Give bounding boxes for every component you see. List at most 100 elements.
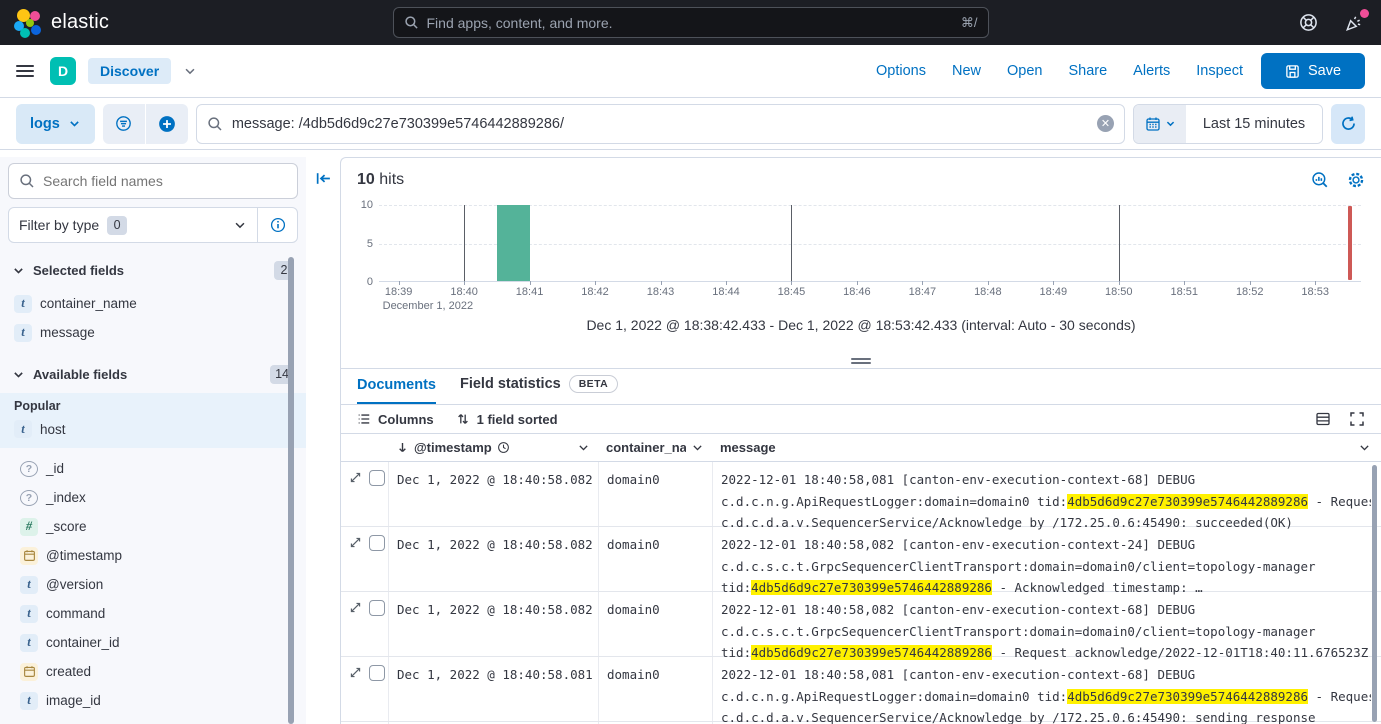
field-item-message[interactable]: tmessage: [8, 318, 298, 347]
display-options-icon[interactable]: [1315, 411, 1331, 427]
chart-inspect-icon[interactable]: [1311, 171, 1329, 189]
header-menu-item-share[interactable]: Share: [1068, 63, 1107, 79]
header-menu-item-options[interactable]: Options: [876, 63, 926, 79]
column-menu-icon[interactable]: [691, 441, 704, 454]
news-icon[interactable]: [1341, 10, 1367, 36]
save-button[interactable]: Save: [1261, 53, 1365, 89]
field-item-_score[interactable]: #_score: [14, 512, 292, 541]
columns-button[interactable]: Columns: [357, 412, 434, 427]
available-fields-header[interactable]: Available fields 14: [8, 363, 298, 385]
sort-fields-button[interactable]: 1 field sorted: [456, 412, 558, 427]
column-header-message[interactable]: message: [712, 440, 1381, 455]
message-cell[interactable]: 2022-12-01 18:40:58,081 [canton-env-exec…: [712, 462, 1381, 526]
field-name: host: [40, 422, 66, 437]
popular-fields-section: Popular thost: [0, 393, 306, 448]
field-item-container_name[interactable]: tcontainer_name: [8, 289, 298, 318]
time-range-label[interactable]: Last 15 minutes: [1186, 105, 1322, 143]
breadcrumb[interactable]: Discover: [88, 58, 171, 84]
expand-row-icon[interactable]: [349, 471, 362, 526]
refresh-button[interactable]: [1331, 104, 1365, 144]
search-icon: [207, 116, 223, 132]
help-icon[interactable]: [1295, 10, 1321, 36]
expand-row-icon[interactable]: [349, 666, 362, 721]
filter-count-badge: 0: [107, 216, 127, 235]
row-checkbox[interactable]: [369, 535, 385, 551]
save-icon: [1285, 64, 1300, 79]
x-axis-label: 18:51: [1170, 286, 1198, 298]
field-name: _id: [46, 461, 64, 476]
timestamp-cell[interactable]: Dec 1, 2022 @ 18:40:58.081: [388, 657, 598, 721]
tab-documents[interactable]: Documents: [357, 377, 436, 404]
container-name-cell[interactable]: domain0: [598, 527, 712, 591]
available-fields-list: ?_id?_index#_score@timestampt@versiontco…: [0, 450, 306, 715]
field-info-icon[interactable]: [257, 208, 297, 242]
field-item-created[interactable]: created: [14, 657, 292, 686]
popular-fields-list: thost: [14, 416, 292, 442]
fullscreen-icon[interactable]: [1349, 411, 1365, 427]
message-cell[interactable]: 2022-12-01 18:40:58,082 [canton-env-exec…: [712, 527, 1381, 591]
menu-icon[interactable]: [16, 65, 34, 77]
row-checkbox[interactable]: [369, 665, 385, 681]
field-item-container_id[interactable]: tcontainer_id: [14, 628, 292, 657]
timestamp-cell[interactable]: Dec 1, 2022 @ 18:40:58.082: [388, 592, 598, 656]
chevron-down-icon[interactable]: [183, 64, 197, 78]
message-line: c.d.c.s.c.t.GrpcSequencerClientTransport…: [721, 621, 1371, 643]
field-item-@version[interactable]: t@version: [14, 570, 292, 599]
expand-row-icon[interactable]: [349, 601, 362, 656]
x-axis-label: 18:41: [516, 286, 544, 298]
row-checkbox[interactable]: [369, 470, 385, 486]
x-tick: [922, 281, 923, 285]
data-view-picker[interactable]: logs: [16, 104, 95, 144]
saved-query-icon[interactable]: [103, 104, 145, 144]
container-name-cell[interactable]: domain0: [598, 462, 712, 526]
add-filter-icon[interactable]: [146, 104, 188, 144]
header-menu-item-alerts[interactable]: Alerts: [1133, 63, 1170, 79]
expand-row-icon[interactable]: [349, 536, 362, 591]
sidebar-scrollbar[interactable]: [288, 257, 294, 724]
field-item-@timestamp[interactable]: @timestamp: [14, 541, 292, 570]
x-axis-label: 18:40: [450, 286, 478, 298]
field-item-command[interactable]: tcommand: [14, 599, 292, 628]
query-input-wrap: ✕: [196, 104, 1125, 144]
collapse-sidebar-icon[interactable]: [310, 165, 336, 191]
gear-icon[interactable]: [1347, 171, 1365, 189]
available-fields-label: Available fields: [33, 367, 127, 382]
column-menu-icon[interactable]: [1358, 441, 1371, 454]
grid-scrollbar[interactable]: [1372, 465, 1377, 722]
column-header-timestamp[interactable]: @timestamp: [388, 440, 598, 455]
field-item-_id[interactable]: ? _id: [14, 454, 292, 483]
clear-query-icon[interactable]: ✕: [1097, 115, 1114, 132]
selected-fields-header[interactable]: Selected fields 2: [8, 259, 298, 281]
field-search-input[interactable]: [43, 173, 287, 189]
column-header-container-name[interactable]: container_na...: [598, 440, 712, 455]
elastic-logo[interactable]: elastic: [14, 8, 109, 38]
calendar-dropdown[interactable]: [1134, 105, 1186, 143]
histogram-chart[interactable]: 0510 18:3918:4018:4118:4218:4318:4418:45…: [341, 205, 1381, 300]
container-name-cell[interactable]: domain0: [598, 657, 712, 721]
global-search-input[interactable]: Find apps, content, and more. ⌘/: [393, 7, 989, 38]
container-name-cell[interactable]: domain0: [598, 592, 712, 656]
timestamp-cell[interactable]: Dec 1, 2022 @ 18:40:58.082: [388, 527, 598, 591]
column-menu-icon[interactable]: [577, 441, 590, 454]
message-cell[interactable]: 2022-12-01 18:40:58,082 [canton-env-exec…: [712, 592, 1381, 656]
field-item-image_id[interactable]: timage_id: [14, 686, 292, 715]
table-row: Dec 1, 2022 @ 18:40:58.082domain02022-12…: [341, 592, 1381, 657]
histogram-bar[interactable]: [497, 205, 530, 281]
tab-field-statistics[interactable]: Field statistics BETA: [460, 375, 618, 404]
meta-type-icon: ?: [20, 461, 38, 477]
query-input[interactable]: [232, 116, 1088, 132]
global-search-placeholder: Find apps, content, and more.: [427, 15, 953, 31]
header-menu-item-open[interactable]: Open: [1007, 63, 1042, 79]
documents-grid: @timestamp container_na... message Dec 1…: [341, 433, 1381, 724]
field-name: message: [40, 325, 95, 340]
resize-handle[interactable]: [851, 356, 871, 366]
filter-by-type-button[interactable]: Filter by type 0: [9, 216, 257, 235]
message-cell[interactable]: 2022-12-01 18:40:58,081 [canton-env-exec…: [712, 657, 1381, 721]
field-item-_index[interactable]: ?_index: [14, 483, 292, 512]
row-checkbox[interactable]: [369, 600, 385, 616]
field-item-host[interactable]: thost: [14, 416, 292, 442]
timestamp-cell[interactable]: Dec 1, 2022 @ 18:40:58.082: [388, 462, 598, 526]
space-badge[interactable]: D: [50, 57, 76, 85]
header-menu-item-inspect[interactable]: Inspect: [1196, 63, 1243, 79]
header-menu-item-new[interactable]: New: [952, 63, 981, 79]
